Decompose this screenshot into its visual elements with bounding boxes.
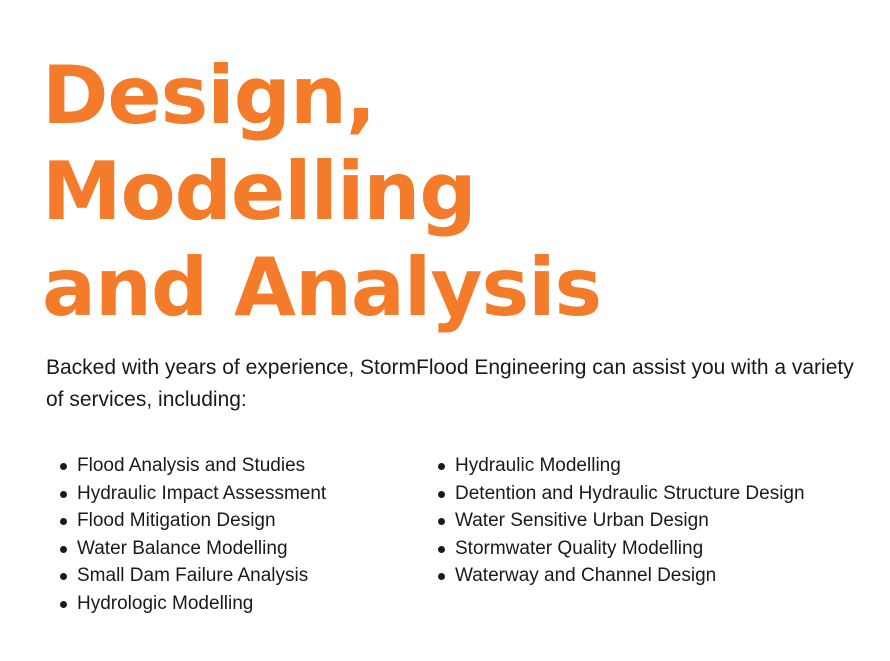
- list-item: Waterway and Channel Design: [436, 562, 836, 590]
- page-title: Design, Modelling and Analysis: [42, 48, 602, 336]
- list-item: Hydraulic Modelling: [436, 452, 836, 480]
- bullet-icon: [438, 463, 445, 470]
- title-line-1: Design,: [42, 49, 376, 142]
- list-item: Flood Mitigation Design: [58, 507, 418, 535]
- bullet-icon: [60, 600, 67, 608]
- bullet-icon: [438, 490, 445, 498]
- list-item: Hydrologic Modelling: [58, 590, 418, 618]
- service-label: Water Sensitive Urban Design: [455, 510, 709, 532]
- bullet-icon: [438, 573, 445, 581]
- list-item: Flood Analysis and Studies: [58, 452, 418, 480]
- service-label: Detention and Hydraulic Structure Design: [455, 482, 805, 504]
- service-label: Flood Mitigation Design: [77, 510, 276, 532]
- service-label: Small Dam Failure Analysis: [77, 565, 309, 587]
- bullet-icon: [60, 490, 67, 498]
- list-item: Water Balance Modelling: [58, 535, 418, 563]
- services-list-left: Flood Analysis and Studies Hydraulic Imp…: [58, 452, 418, 618]
- service-label: Hydraulic Modelling: [455, 455, 621, 476]
- services-page: Design, Modelling and Analysis Backed wi…: [0, 0, 890, 661]
- service-label: Water Balance Modelling: [77, 537, 288, 559]
- service-label: Hydraulic Impact Assessment: [77, 482, 327, 504]
- list-item: Water Sensitive Urban Design: [436, 507, 836, 535]
- bullet-icon: [438, 518, 445, 526]
- bullet-icon: [60, 518, 67, 526]
- service-label: Stormwater Quality Modelling: [455, 537, 704, 559]
- list-item: Stormwater Quality Modelling: [436, 535, 836, 563]
- intro-paragraph: Backed with years of experience, StormFl…: [46, 356, 854, 411]
- bullet-icon: [60, 463, 67, 470]
- bullet-icon: [60, 545, 67, 553]
- list-item: Small Dam Failure Analysis: [58, 562, 418, 590]
- bullet-icon: [60, 573, 67, 581]
- service-label: Waterway and Channel Design: [455, 565, 717, 587]
- title-line-2: Modelling: [42, 145, 477, 238]
- title-line-3: and Analysis: [42, 241, 602, 334]
- list-item: Hydraulic Impact Assessment: [58, 480, 418, 508]
- list-item: Detention and Hydraulic Structure Design: [436, 480, 836, 508]
- services-list-right: Hydraulic Modelling Detention and Hydrau…: [436, 452, 836, 590]
- bullet-icon: [438, 545, 445, 553]
- service-label: Hydrologic Modelling: [77, 592, 254, 614]
- service-label: Flood Analysis and Studies: [77, 455, 306, 476]
